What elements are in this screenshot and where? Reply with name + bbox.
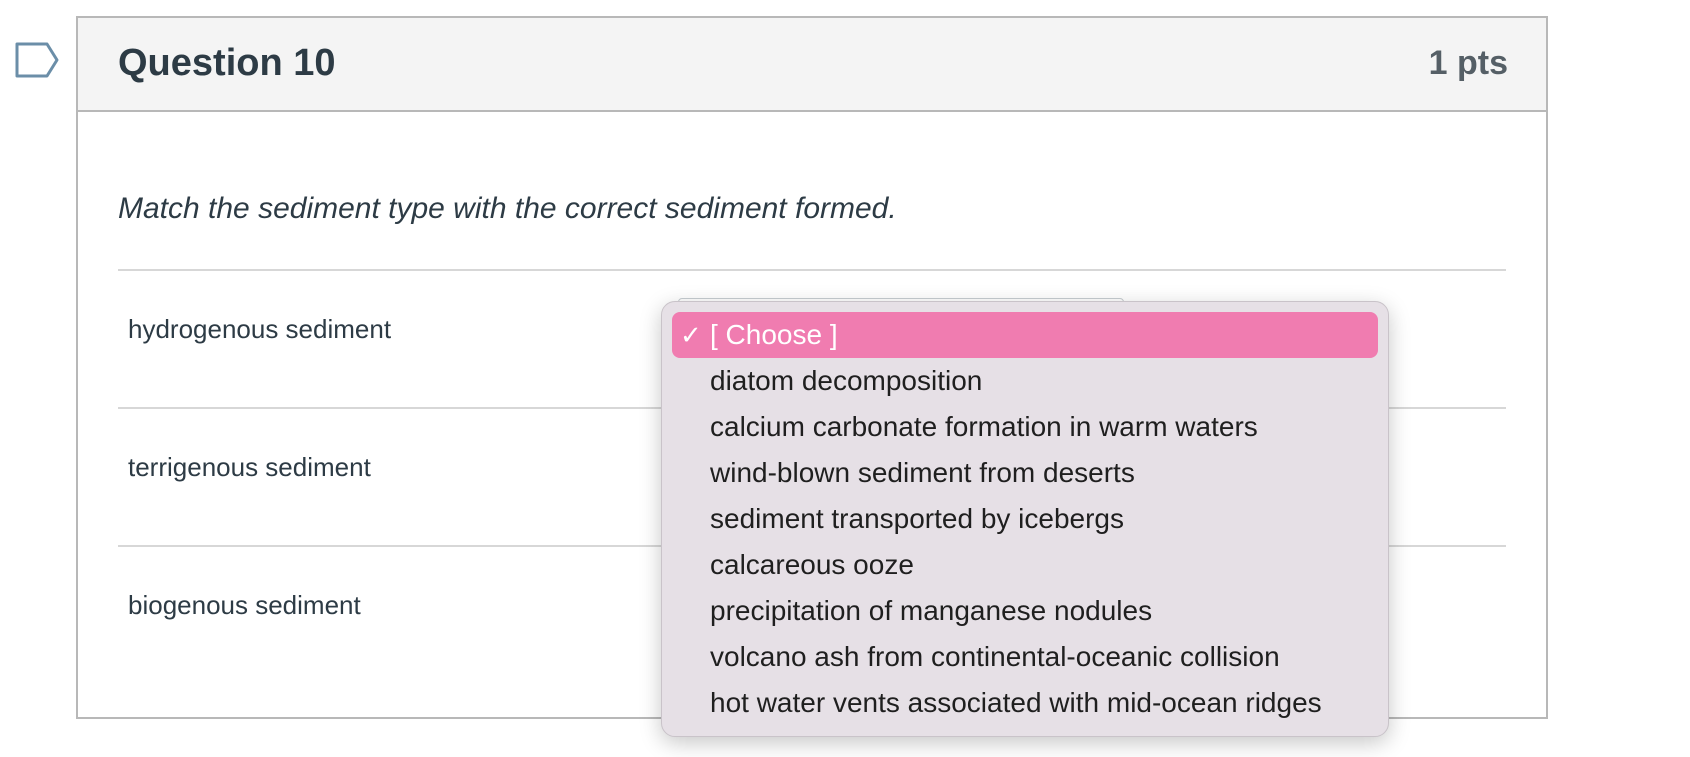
dropdown-option-label: precipitation of manganese nodules (710, 595, 1153, 626)
dropdown-option[interactable]: diatom decomposition (672, 358, 1378, 404)
dropdown-option[interactable]: hot water vents associated with mid-ocea… (672, 680, 1378, 726)
divider (118, 269, 1506, 271)
dropdown-option[interactable]: precipitation of manganese nodules (672, 588, 1378, 634)
dropdown-option-label: volcano ash from continental-oceanic col… (710, 641, 1280, 672)
dropdown-option-label: wind-blown sediment from deserts (710, 457, 1135, 488)
answer-dropdown-menu: ✓ [ Choose ] diatom decomposition calciu… (661, 301, 1389, 737)
dropdown-option[interactable]: volcano ash from continental-oceanic col… (672, 634, 1378, 680)
dropdown-option-label: [ Choose ] (710, 319, 838, 350)
dropdown-option-label: hot water vents associated with mid-ocea… (710, 687, 1322, 718)
dropdown-option-label: sediment transported by icebergs (710, 503, 1124, 534)
dropdown-option[interactable]: sediment transported by icebergs (672, 496, 1378, 542)
dropdown-option-choose[interactable]: ✓ [ Choose ] (672, 312, 1378, 358)
checkmark-icon: ✓ (680, 320, 702, 350)
dropdown-option[interactable]: calcareous ooze (672, 542, 1378, 588)
dropdown-option[interactable]: wind-blown sediment from deserts (672, 450, 1378, 496)
match-row-label: biogenous sediment (128, 590, 361, 620)
flag-question-icon[interactable] (15, 42, 59, 78)
question-prompt: Match the sediment type with the correct… (118, 192, 897, 225)
question-header: Question 10 1 pts (78, 18, 1546, 112)
question-points: 1 pts (1428, 44, 1508, 82)
dropdown-option-label: diatom decomposition (710, 365, 983, 396)
match-row-label: terrigenous sediment (128, 452, 371, 482)
match-row-label: hydrogenous sediment (128, 314, 392, 344)
dropdown-option-label: calcareous ooze (710, 549, 914, 580)
dropdown-option[interactable]: calcium carbonate formation in warm wate… (672, 404, 1378, 450)
question-title: Question 10 (118, 42, 336, 84)
dropdown-option-label: calcium carbonate formation in warm wate… (710, 411, 1258, 442)
